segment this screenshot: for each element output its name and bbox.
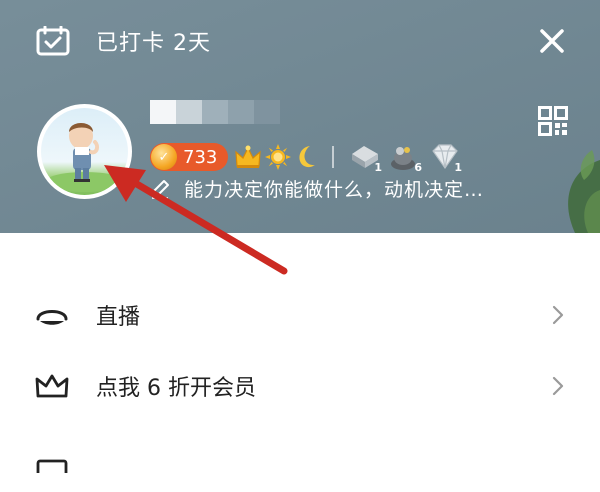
- checkin-label: 已打卡 2天: [96, 31, 211, 56]
- username-masked: [150, 100, 280, 124]
- pencil-icon: [152, 179, 169, 199]
- calendar-check-icon: [36, 26, 70, 56]
- badge-divider: [332, 146, 334, 168]
- menu-item-live[interactable]: 直播: [0, 280, 600, 350]
- moon-icon[interactable]: [294, 144, 318, 170]
- medal-count-2: 6: [414, 161, 422, 174]
- medal-badge-3[interactable]: 1: [428, 142, 462, 174]
- avatar-image: [41, 108, 128, 195]
- live-icon: [36, 310, 68, 325]
- menu-label-live: 直播: [96, 305, 141, 330]
- plant-leaf-decoration: [568, 150, 600, 233]
- gold-crown-icon[interactable]: [234, 144, 262, 170]
- qr-code-icon[interactable]: [538, 106, 568, 136]
- motto-row[interactable]: 能力决定你能做什么，动机决定…: [150, 175, 484, 202]
- motto-text: 能力决定你能做什么，动机决定…: [184, 179, 485, 201]
- chevron-right-icon: [552, 305, 564, 325]
- close-icon[interactable]: [536, 25, 568, 57]
- chevron-right-icon: [552, 376, 564, 396]
- medal-count-3: 1: [454, 161, 462, 174]
- level-number: 733: [183, 146, 218, 168]
- menu-item-icon: [36, 459, 68, 473]
- avatar[interactable]: [37, 104, 132, 199]
- cartoon-boy-avatar-icon: [45, 123, 125, 192]
- checkin-status[interactable]: 已打卡 2天: [36, 25, 211, 57]
- level-badge[interactable]: ✓ 733: [150, 143, 228, 171]
- crown-icon: [35, 374, 69, 398]
- medal-badge-2[interactable]: 6: [388, 142, 422, 174]
- profile-header: 已打卡 2天 ✓ 733 1 6 1 能力决定你能做什么，动机决定…: [0, 0, 600, 233]
- medal-badge-1[interactable]: 1: [348, 142, 382, 174]
- menu-item-vip[interactable]: 点我 6 折开会员: [0, 351, 600, 421]
- medal-count-1: 1: [374, 161, 382, 174]
- coin-icon: ✓: [151, 144, 177, 170]
- badge-row: ✓ 733 1 6 1: [150, 142, 468, 174]
- menu-label-vip: 点我 6 折开会员: [96, 376, 256, 401]
- sun-icon[interactable]: [264, 143, 292, 171]
- menu-item-next[interactable]: [0, 422, 600, 492]
